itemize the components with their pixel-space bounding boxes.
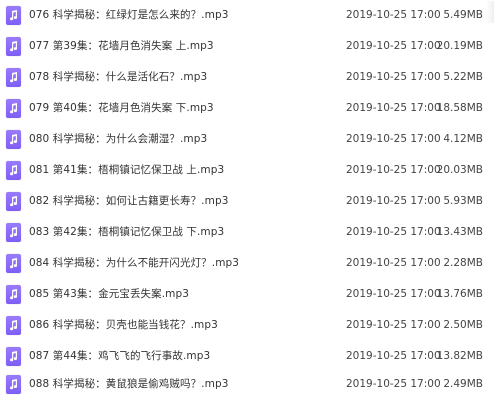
file-date: 2019-10-25 17:00 <box>346 319 441 331</box>
audio-file-icon <box>6 68 21 87</box>
file-size: 13.43MB <box>436 226 483 238</box>
file-date: 2019-10-25 17:00 <box>346 102 441 114</box>
file-date: 2019-10-25 17:00 <box>346 40 441 52</box>
file-size: 18.58MB <box>436 102 483 114</box>
audio-file-icon <box>6 99 21 118</box>
file-name: 086 科学揭秘：贝壳也能当钱花？.mp3 <box>29 319 218 331</box>
file-size: 5.22MB <box>443 71 483 83</box>
file-date: 2019-10-25 17:00 <box>346 195 441 207</box>
file-name: 079 第40集：花墙月色消失案 下.mp3 <box>29 102 214 114</box>
file-date: 2019-10-25 17:00 <box>346 164 441 176</box>
audio-file-icon <box>6 6 21 25</box>
file-row[interactable]: 076 科学揭秘：红绿灯是怎么来的？.mp3 2019-10-25 17:00 … <box>0 3 494 32</box>
file-row[interactable]: 080 科学揭秘：为什么会潮湿？.mp3 2019-10-25 17:00 4.… <box>0 127 494 156</box>
file-name: 084 科学揭秘：为什么不能开闪光灯？.mp3 <box>29 257 240 269</box>
file-row[interactable]: 084 科学揭秘：为什么不能开闪光灯？.mp3 2019-10-25 17:00… <box>0 251 494 280</box>
audio-file-icon <box>6 375 21 394</box>
file-size: 2.49MB <box>443 378 483 390</box>
file-row[interactable]: 079 第40集：花墙月色消失案 下.mp3 2019-10-25 17:00 … <box>0 96 494 125</box>
audio-file-icon <box>6 254 21 273</box>
file-name: 081 第41集：梧桐镇记忆保卫战 上.mp3 <box>29 164 225 176</box>
file-name: 076 科学揭秘：红绿灯是怎么来的？.mp3 <box>29 9 229 21</box>
file-list: 076 科学揭秘：红绿灯是怎么来的？.mp3 2019-10-25 17:00 … <box>0 0 500 403</box>
file-size: 13.82MB <box>436 350 483 362</box>
audio-file-icon <box>6 130 21 149</box>
file-date: 2019-10-25 17:00 <box>346 71 441 83</box>
file-date: 2019-10-25 17:00 <box>346 257 441 269</box>
file-date: 2019-10-25 17:00 <box>346 133 441 145</box>
file-size: 4.12MB <box>443 133 483 145</box>
file-date: 2019-10-25 17:00 <box>346 226 441 238</box>
file-date: 2019-10-25 17:00 <box>346 378 441 390</box>
file-row[interactable]: 087 第44集：鸡飞飞的飞行事故.mp3 2019-10-25 17:00 1… <box>0 344 494 373</box>
audio-file-icon <box>6 192 21 211</box>
file-size: 5.49MB <box>443 9 483 21</box>
file-name: 082 科学揭秘：如何让古籍更长寿？.mp3 <box>29 195 229 207</box>
file-row[interactable]: 083 第42集：梧桐镇记忆保卫战 下.mp3 2019-10-25 17:00… <box>0 220 494 249</box>
audio-file-icon <box>6 285 21 304</box>
audio-file-icon <box>6 347 21 366</box>
file-name: 085 第43集：金元宝丢失案.mp3 <box>29 288 190 300</box>
file-date: 2019-10-25 17:00 <box>346 288 441 300</box>
file-name: 083 第42集：梧桐镇记忆保卫战 下.mp3 <box>29 226 225 238</box>
file-name: 078 科学揭秘：什么是活化石？.mp3 <box>29 71 208 83</box>
file-size: 2.50MB <box>443 319 483 331</box>
file-row[interactable]: 082 科学揭秘：如何让古籍更长寿？.mp3 2019-10-25 17:00 … <box>0 189 494 218</box>
file-name: 077 第39集：花墙月色消失案 上.mp3 <box>29 40 214 52</box>
audio-file-icon <box>6 316 21 335</box>
file-row[interactable]: 077 第39集：花墙月色消失案 上.mp3 2019-10-25 17:00 … <box>0 34 494 63</box>
file-name: 087 第44集：鸡飞飞的飞行事故.mp3 <box>29 350 211 362</box>
file-size: 20.03MB <box>436 164 483 176</box>
file-row[interactable]: 086 科学揭秘：贝壳也能当钱花？.mp3 2019-10-25 17:00 2… <box>0 313 494 342</box>
file-row[interactable]: 085 第43集：金元宝丢失案.mp3 2019-10-25 17:00 13.… <box>0 282 494 311</box>
audio-file-icon <box>6 161 21 180</box>
file-row[interactable]: 081 第41集：梧桐镇记忆保卫战 上.mp3 2019-10-25 17:00… <box>0 158 494 187</box>
file-name: 088 科学揭秘：黄鼠狼是偷鸡贼吗？.mp3 <box>29 378 229 390</box>
file-date: 2019-10-25 17:00 <box>346 9 441 21</box>
file-name: 080 科学揭秘：为什么会潮湿？.mp3 <box>29 133 208 145</box>
file-date: 2019-10-25 17:00 <box>346 350 441 362</box>
file-row[interactable]: 088 科学揭秘：黄鼠狼是偷鸡贼吗？.mp3 2019-10-25 17:00 … <box>0 372 494 401</box>
file-size: 20.19MB <box>436 40 483 52</box>
file-size: 2.28MB <box>443 257 483 269</box>
audio-file-icon <box>6 37 21 56</box>
scroll-edge <box>486 1 494 23</box>
file-row[interactable]: 078 科学揭秘：什么是活化石？.mp3 2019-10-25 17:00 5.… <box>0 65 494 94</box>
audio-file-icon <box>6 223 21 242</box>
file-size: 5.93MB <box>443 195 483 207</box>
file-size: 13.76MB <box>436 288 483 300</box>
